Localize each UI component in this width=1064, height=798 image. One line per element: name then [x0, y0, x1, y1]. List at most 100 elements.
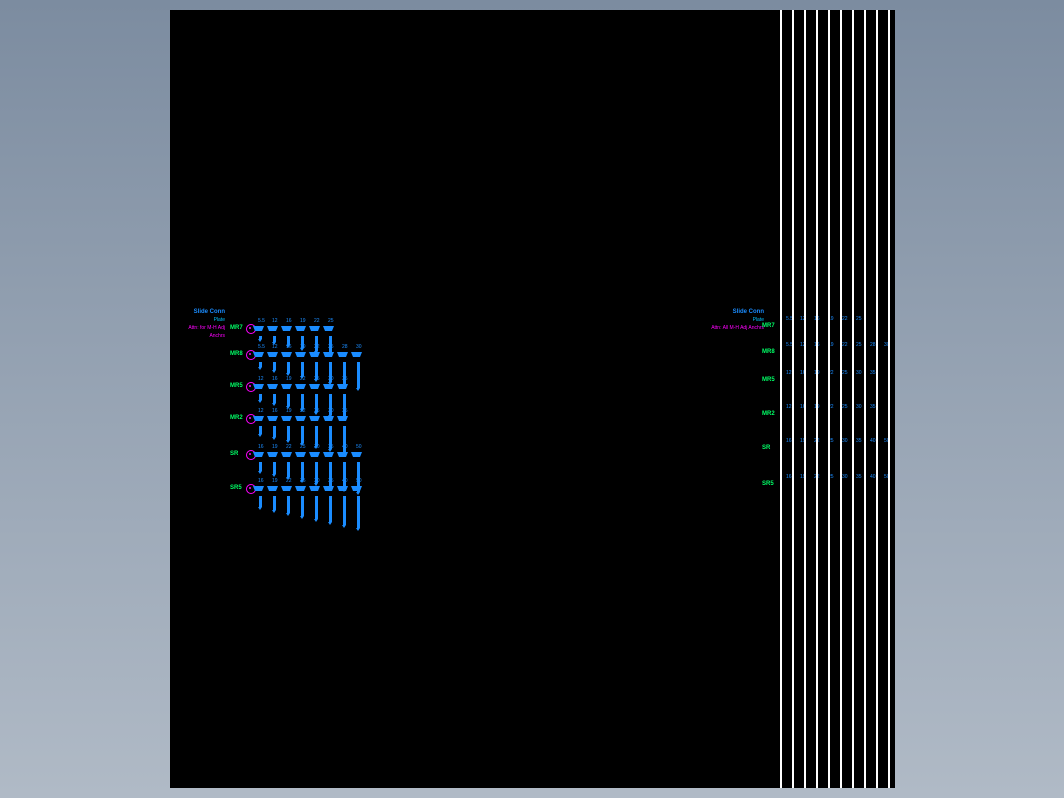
left-col-label: 16 — [272, 408, 278, 414]
left-col-label: 19 — [300, 318, 306, 324]
left-col-label: 19 — [272, 444, 278, 450]
right-row-label-mr8: MR8 — [762, 349, 775, 355]
right-row-label-sr: SR — [762, 445, 770, 451]
left-col-label: 19 — [272, 478, 278, 484]
vertical-line-icon — [876, 10, 878, 788]
left-col-label: 25 — [314, 376, 320, 382]
right-col-label: 30 — [856, 370, 862, 376]
right-title-line2: Plate — [704, 316, 764, 324]
left-row-label-sr: SR — [230, 451, 238, 457]
bolt-icon — [356, 486, 360, 531]
left-col-label: 12 — [258, 376, 264, 382]
left-col-label: 22 — [300, 408, 306, 414]
left-col-label: 28 — [342, 344, 348, 350]
vertical-line-icon — [828, 10, 830, 788]
left-col-label: 12 — [272, 318, 278, 324]
left-col-label: 22 — [300, 376, 306, 382]
left-col-label: 19 — [286, 376, 292, 382]
left-col-label: 25 — [300, 444, 306, 450]
left-title-line2: Plate — [175, 316, 225, 324]
left-col-label: 30 — [314, 444, 320, 450]
right-col-label: 25 — [856, 342, 862, 348]
bolt-icon — [272, 416, 276, 440]
right-col-label: 35 — [870, 370, 876, 376]
right-col-label: 30 — [842, 438, 848, 444]
bolt-icon — [258, 326, 262, 342]
right-col-label: 35 — [870, 404, 876, 410]
right-col-label: 28 — [870, 342, 876, 348]
left-col-label: 22 — [314, 318, 320, 324]
bolt-icon — [258, 416, 262, 437]
left-row-label-mr2: MR2 — [230, 415, 243, 421]
left-col-label: 22 — [286, 444, 292, 450]
vertical-line-icon — [864, 10, 866, 788]
left-col-label: 30 — [314, 478, 320, 484]
left-col-label: 22 — [314, 344, 320, 350]
right-col-label: 30 — [842, 474, 848, 480]
right-col-label: 16 — [786, 474, 792, 480]
right-col-label: 30 — [856, 404, 862, 410]
left-col-label: 16 — [286, 344, 292, 350]
bolt-icon — [272, 326, 276, 345]
bolt-icon — [286, 486, 290, 516]
right-title-line1: Slide Conn — [704, 308, 764, 316]
left-row-label-mr7: MR7 — [230, 325, 243, 331]
bolt-icon — [300, 416, 304, 446]
right-col-label: 25 — [856, 316, 862, 322]
bolt-icon — [328, 486, 332, 525]
left-col-label: 35 — [342, 376, 348, 382]
right-row-label-sr5: SR5 — [762, 481, 774, 487]
bolt-icon — [286, 452, 290, 480]
left-col-label: 16 — [258, 444, 264, 450]
viewport-canvas[interactable]: Slide Conn Plate Attn: for M-H Adj Anchr… — [170, 10, 895, 788]
left-col-label: 16 — [272, 376, 278, 382]
bolt-icon — [286, 352, 290, 376]
right-col-label: 40 — [870, 474, 876, 480]
left-col-label: 30 — [328, 376, 334, 382]
vertical-line-icon — [804, 10, 806, 788]
right-row-label-mr2: MR2 — [762, 411, 775, 417]
right-col-label: 22 — [842, 342, 848, 348]
left-col-label: 35 — [328, 478, 334, 484]
left-row-label-mr8: MR8 — [230, 351, 243, 357]
left-col-label: 25 — [328, 318, 334, 324]
bolt-icon — [342, 486, 346, 528]
bolt-icon — [356, 352, 360, 391]
bolt-icon — [300, 352, 304, 379]
left-col-label: 16 — [286, 318, 292, 324]
right-row-label-mr5: MR5 — [762, 377, 775, 383]
left-col-label: 5.5 — [258, 344, 265, 350]
left-col-label: 12 — [272, 344, 278, 350]
right-col-label: 25 — [842, 370, 848, 376]
left-col-label: 12 — [258, 408, 264, 414]
right-col-label: 12 — [786, 370, 792, 376]
bolt-icon — [258, 384, 262, 403]
vertical-line-icon — [852, 10, 854, 788]
bolt-icon — [342, 352, 346, 388]
bolt-icon — [258, 352, 262, 370]
bolt-icon — [258, 452, 262, 474]
vertical-line-icon — [888, 10, 890, 788]
bolt-icon — [272, 384, 276, 406]
left-col-label: 30 — [356, 344, 362, 350]
left-title-block: Slide Conn Plate Attn: for M-H Adj Anchr… — [175, 308, 225, 340]
left-col-label: 5.5 — [258, 318, 265, 324]
left-col-label: 50 — [356, 444, 362, 450]
left-col-label: 25 — [300, 478, 306, 484]
left-col-label: 19 — [300, 344, 306, 350]
left-col-label: 19 — [286, 408, 292, 414]
bolt-icon — [258, 486, 262, 510]
right-col-label: 35 — [856, 474, 862, 480]
vertical-line-icon — [816, 10, 818, 788]
bolt-icon — [272, 452, 276, 477]
bolt-icon — [314, 486, 318, 522]
right-col-label: 40 — [870, 438, 876, 444]
right-row-label-mr7: MR7 — [762, 323, 775, 329]
right-col-label: 25 — [842, 404, 848, 410]
left-col-label: 40 — [342, 478, 348, 484]
right-col-label: 12 — [786, 404, 792, 410]
left-row-label-sr5: SR5 — [230, 485, 242, 491]
left-title-line1: Slide Conn — [175, 308, 225, 316]
right-col-label: 22 — [842, 316, 848, 322]
left-col-label: 16 — [258, 478, 264, 484]
